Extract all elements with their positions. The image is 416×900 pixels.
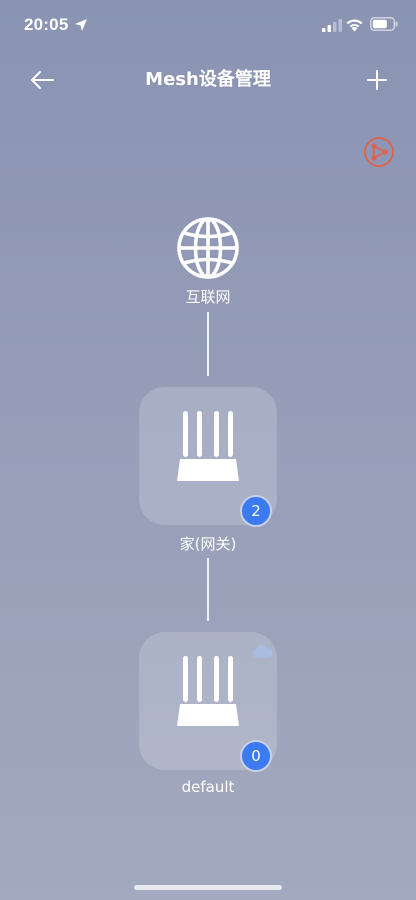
internet-node: 互联网 xyxy=(168,212,248,312)
status-bar: 20:05 xyxy=(0,0,416,52)
router-card-gateway[interactable]: 2 xyxy=(139,387,277,527)
router-icon xyxy=(177,656,239,726)
location-arrow-icon xyxy=(75,19,87,31)
router-name-default: default xyxy=(181,778,235,796)
router-name-gateway: 家(网关) xyxy=(179,535,237,553)
cellular-signal-icon xyxy=(322,19,342,32)
router-icon xyxy=(177,411,239,481)
plus-icon xyxy=(367,70,387,90)
internet-label: 互联网 xyxy=(185,288,231,306)
back-arrow-icon xyxy=(31,71,54,89)
link-line xyxy=(207,312,209,376)
cloud-icon xyxy=(252,644,273,658)
globe-icon xyxy=(177,217,239,279)
wifi-icon xyxy=(346,19,363,32)
client-count-badge: 2 xyxy=(240,495,272,527)
client-count-badge: 0 xyxy=(240,740,272,772)
topology-button[interactable] xyxy=(363,136,395,168)
battery-icon xyxy=(370,17,398,31)
back-button[interactable] xyxy=(26,66,58,94)
share-topology-icon xyxy=(371,143,388,161)
status-time: 20:05 xyxy=(24,15,69,34)
add-device-button[interactable] xyxy=(362,66,392,94)
page-title: Mesh设备管理 xyxy=(145,69,271,90)
router-card-default[interactable]: 0 xyxy=(139,632,277,772)
link-line xyxy=(207,558,209,621)
home-indicator[interactable] xyxy=(134,885,282,890)
